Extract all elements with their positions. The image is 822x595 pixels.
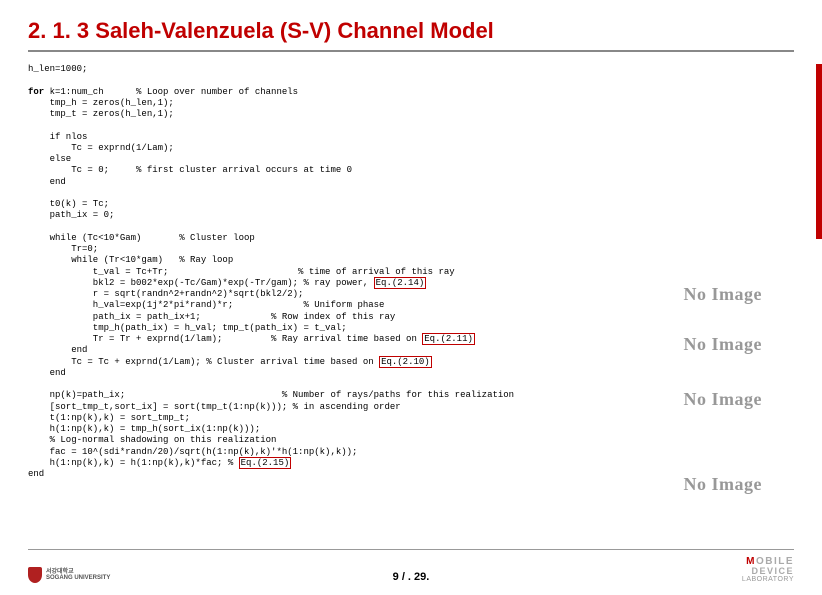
lab-logo: MOBILE DEVICE LABORATORY — [742, 557, 794, 583]
eq-ref-215: Eq.(2.15) — [239, 457, 292, 469]
code-line: h(1:np(k),k) = h(1:np(k),k)*fac; % — [28, 458, 239, 468]
code-line: else — [28, 154, 71, 164]
title-underline — [28, 50, 794, 52]
code-line: end — [28, 368, 66, 378]
code-line: Tr=0; — [28, 244, 98, 254]
code-line: % Log-normal shadowing on this realizati… — [28, 435, 276, 445]
accent-bar — [816, 64, 822, 239]
code-line: t(1:np(k),k) = sort_tmp_t; — [28, 413, 190, 423]
code-line: if nlos — [28, 132, 87, 142]
code-line: end — [28, 345, 87, 355]
footer-divider — [28, 549, 794, 550]
code-line: t_val = Tc+Tr; % time of arrival of this… — [28, 267, 455, 277]
placeholder-image-4: No Image — [684, 475, 763, 494]
placeholder-image-1: No Image — [684, 285, 763, 304]
code-line: path_ix = path_ix+1; % Row index of this… — [28, 312, 395, 322]
shield-icon — [28, 567, 42, 583]
code-line: k=1:num_ch % Loop over number of channel… — [44, 87, 298, 97]
code-line: while (Tc<10*Gam) % Cluster loop — [28, 233, 255, 243]
code-line: [sort_tmp_t,sort_ix] = sort(tmp_t(1:np(k… — [28, 402, 401, 412]
code-line: np(k)=path_ix; % Number of rays/paths fo… — [28, 390, 514, 400]
university-logo: 서강대학교 SOGANG UNIVERSITY — [28, 567, 110, 583]
placeholder-image-3: No Image — [684, 390, 763, 409]
code-line: Tc = 0; % first cluster arrival occurs a… — [28, 165, 352, 175]
slide-title: 2. 1. 3 Saleh-Valenzuela (S-V) Channel M… — [28, 18, 794, 44]
logo-device: DEVICE — [742, 567, 794, 576]
eq-ref-211: Eq.(2.11) — [422, 333, 475, 345]
code-line: tmp_h(path_ix) = h_val; tmp_t(path_ix) =… — [28, 323, 347, 333]
code-line: path_ix = 0; — [28, 210, 114, 220]
code-line: r = sqrt(randn^2+randn^2)*sqrt(bkl2/2); — [28, 289, 303, 299]
code-line: Tc = exprnd(1/Lam); — [28, 143, 174, 153]
placeholder-image-2: No Image — [684, 335, 763, 354]
eq-ref-214: Eq.(2.14) — [374, 277, 427, 289]
code-line: tmp_h = zeros(h_len,1); — [28, 98, 174, 108]
code-line: bkl2 = b002*exp(-Tc/Gam)*exp(-Tr/gam); %… — [28, 278, 374, 288]
code-line: end — [28, 469, 44, 479]
code-line: h_len=1000; — [28, 64, 87, 74]
code-line: fac = 10^(sdi*randn/20)/sqrt(h(1:np(k),k… — [28, 447, 357, 457]
university-name-en: SOGANG UNIVERSITY — [46, 575, 110, 581]
code-line: end — [28, 177, 66, 187]
code-line: h(1:np(k),k) = tmp_h(sort_ix(1:np(k))); — [28, 424, 260, 434]
code-line: Tr = Tr + exprnd(1/lam); % Ray arrival t… — [28, 334, 422, 344]
code-line: h_val=exp(1j*2*pi*rand)*r; % Uniform pha… — [28, 300, 384, 310]
code-block: h_len=1000; for k=1:num_ch % Loop over n… — [28, 64, 794, 480]
logo-laboratory: LABORATORY — [742, 576, 794, 583]
page-number: 9 / . 29. — [393, 571, 430, 583]
footer: 서강대학교 SOGANG UNIVERSITY 9 / . 29. MOBILE… — [0, 553, 822, 583]
code-line: tmp_t = zeros(h_len,1); — [28, 109, 174, 119]
eq-ref-210: Eq.(2.10) — [379, 356, 432, 368]
code-line: Tc = Tc + exprnd(1/Lam); % Cluster arriv… — [28, 357, 379, 367]
code-line: while (Tr<10*gam) % Ray loop — [28, 255, 233, 265]
code-line: t0(k) = Tc; — [28, 199, 109, 209]
